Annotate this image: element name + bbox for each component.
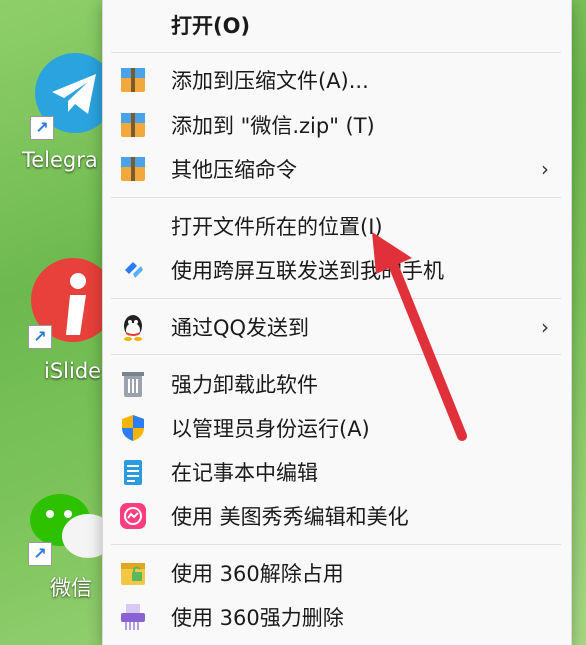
trash-icon (117, 368, 149, 400)
menu-item-360-unlock[interactable]: 使用 360解除占用 (103, 553, 571, 593)
archive-icon (117, 153, 149, 185)
menu-item-label: 添加到 "微信.zip" (T) (171, 114, 375, 138)
chevron-right-icon: › (541, 157, 549, 181)
menu-item-open-file-location[interactable]: 打开文件所在的位置(I) (103, 206, 571, 246)
archive-icon (117, 109, 149, 141)
menu-item-open[interactable]: 打开(O) (103, 5, 571, 45)
menu-item-label: 添加到压缩文件(A)... (171, 69, 369, 93)
menu-item-label: 强力卸载此软件 (171, 373, 318, 397)
cross-screen-link-icon (117, 254, 149, 286)
menu-item-label: 其他压缩命令 (171, 158, 297, 182)
menu-item-force-uninstall[interactable]: 强力卸载此软件 (103, 364, 571, 404)
archive-icon (117, 64, 149, 96)
menu-separator (111, 197, 561, 198)
shield-icon (117, 412, 149, 444)
desktop-icon-label: 微信 (50, 576, 92, 600)
menu-item-label: 使用 360强力删除 (171, 606, 344, 630)
desktop-icon-islide[interactable]: ↗ iSlide (22, 255, 115, 390)
menu-separator (111, 52, 561, 53)
chevron-right-icon: › (541, 315, 549, 339)
shortcut-arrow-icon: ↗ (30, 116, 54, 140)
menu-item-label: 打开(O) (171, 14, 251, 38)
menu-item-other-compress[interactable]: 其他压缩命令 › (103, 149, 571, 189)
context-menu: 打开(O) 添加到压缩文件(A)... 添加到 "微信.zip" (T) 其他压… (102, 0, 572, 645)
meitu-icon (117, 500, 149, 532)
menu-item-label: 使用跨屏互联发送到我的手机 (171, 259, 444, 283)
menu-item-label: 打开文件所在的位置(I) (171, 215, 383, 239)
desktop-icon-label: Telegra (22, 148, 98, 172)
menu-item-label: 使用 360解除占用 (171, 562, 344, 586)
desktop-icon-label: iSlide (44, 359, 102, 383)
menu-item-label: 通过QQ发送到 (171, 316, 310, 340)
menu-item-label: 使用 美图秀秀编辑和美化 (171, 505, 409, 529)
menu-separator (111, 298, 561, 299)
menu-item-run-as-admin[interactable]: 以管理员身份运行(A) (103, 408, 571, 448)
shortcut-arrow-icon: ↗ (28, 542, 52, 566)
menu-item-360-force-delete[interactable]: 使用 360强力删除 (103, 597, 571, 637)
menu-item-send-to-phone[interactable]: 使用跨屏互联发送到我的手机 (103, 250, 571, 290)
desktop-icon-telegram[interactable]: ↗ Telegra (22, 48, 115, 178)
unlock-file-icon (117, 557, 149, 589)
menu-item-label: 以管理员身份运行(A) (171, 417, 370, 441)
notepad-icon (117, 456, 149, 488)
menu-item-send-via-qq[interactable]: 通过QQ发送到 › (103, 307, 571, 347)
qq-icon (117, 311, 149, 343)
shredder-icon (117, 601, 149, 633)
menu-item-meitu-edit[interactable]: 使用 美图秀秀编辑和美化 (103, 496, 571, 536)
desktop-icon-wechat[interactable]: ↗ 微信 (22, 478, 114, 608)
menu-separator (111, 354, 561, 355)
menu-item-add-to-zip[interactable]: 添加到 "微信.zip" (T) (103, 105, 571, 145)
menu-item-add-to-archive[interactable]: 添加到压缩文件(A)... (103, 60, 571, 100)
menu-separator (111, 544, 561, 545)
shortcut-arrow-icon: ↗ (28, 325, 52, 349)
menu-item-label: 在记事本中编辑 (171, 461, 318, 485)
menu-item-edit-in-notepad[interactable]: 在记事本中编辑 (103, 452, 571, 492)
